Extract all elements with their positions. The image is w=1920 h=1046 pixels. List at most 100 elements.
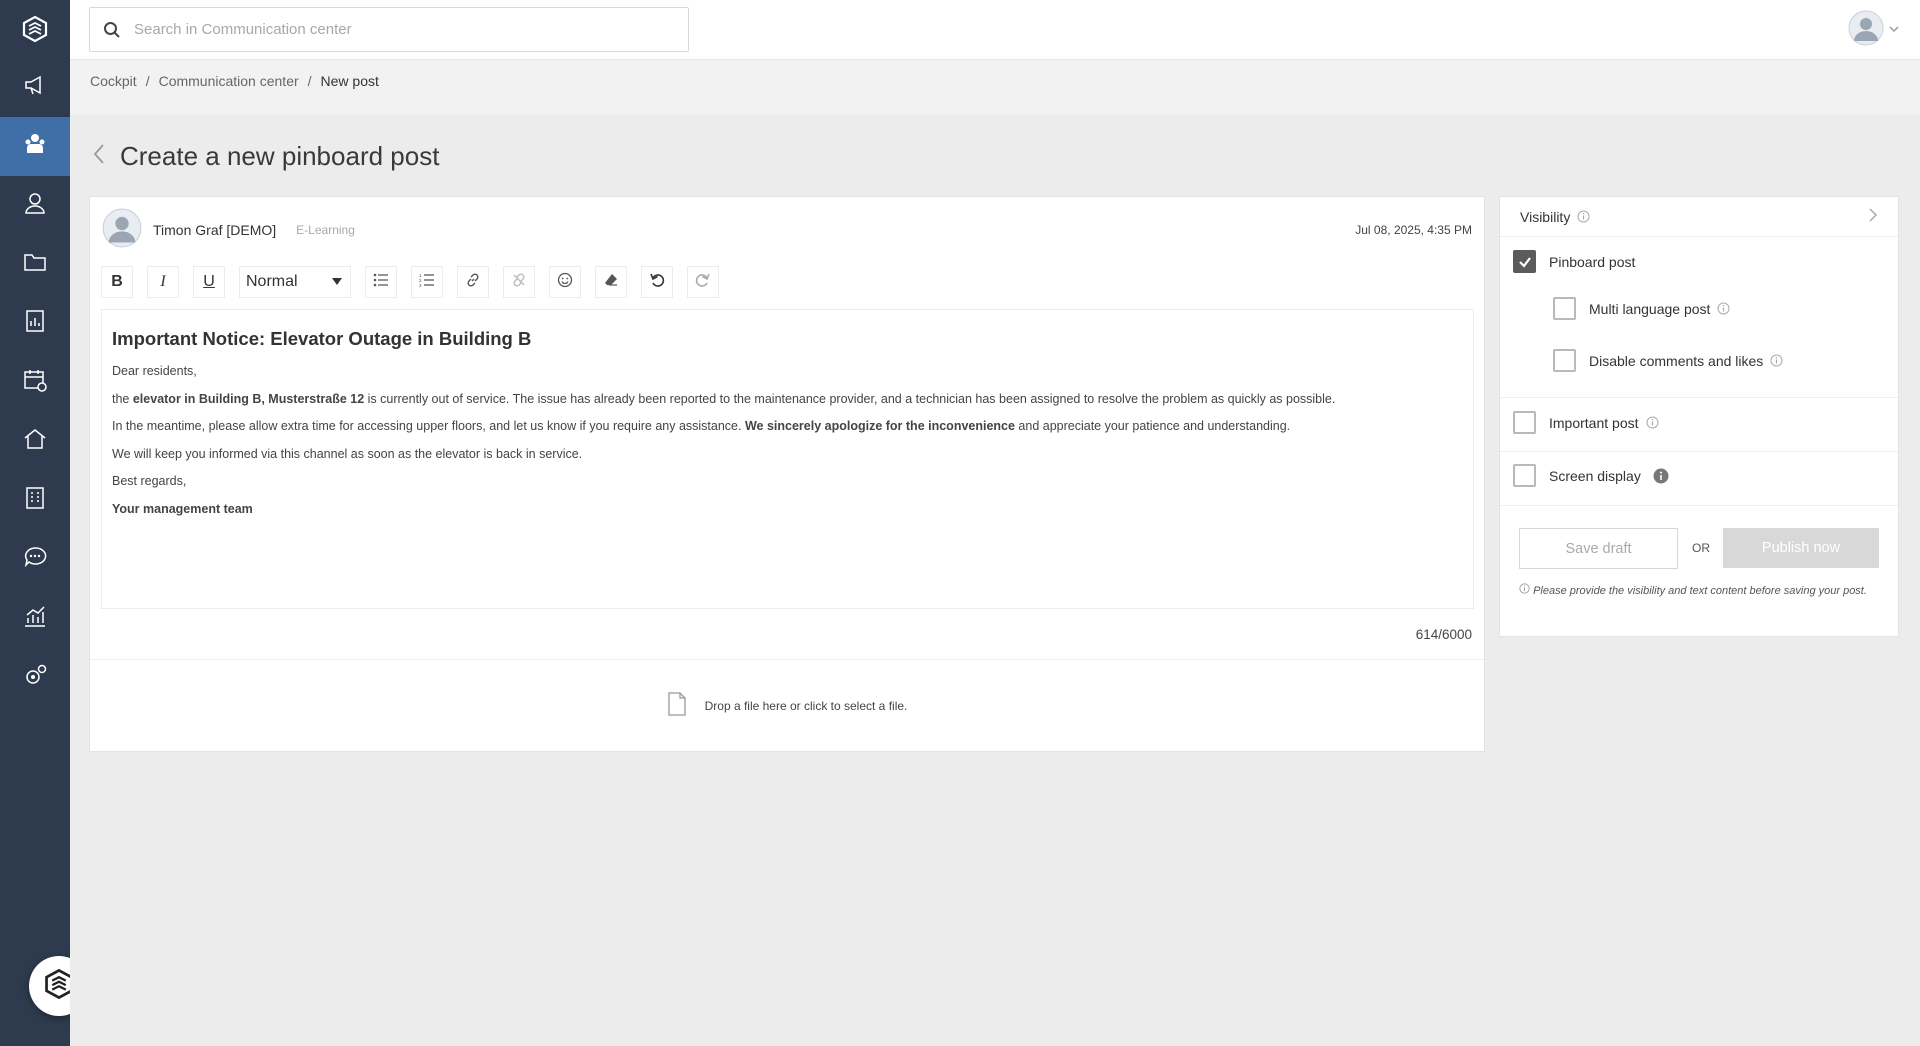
text-run: In the meantime, please allow extra time… [112, 419, 745, 433]
search-icon [90, 21, 134, 39]
caret-down-icon [332, 273, 342, 291]
undo-button[interactable] [641, 266, 673, 298]
post-paragraph-1: the elevator in Building B, Musterstraße… [112, 392, 1463, 406]
important-post-option[interactable]: Important post [1513, 411, 1659, 434]
author-name: Timon Graf [DEMO] [153, 222, 277, 238]
breadcrumb-current: New post [320, 73, 379, 89]
emoji-icon [557, 272, 573, 293]
underline-icon: U [203, 273, 215, 290]
save-draft-button[interactable]: Save draft [1519, 528, 1678, 569]
editor-toolbar: B I U Normal 123 [101, 265, 719, 299]
sidebar-item-buildings[interactable] [0, 471, 70, 530]
home-icon [22, 426, 48, 457]
text-format-select[interactable]: Normal [239, 266, 351, 298]
info-icon[interactable] [1646, 416, 1659, 429]
text-run: and appreciate your patience and underst… [1014, 419, 1291, 433]
important-post-label: Important post [1549, 414, 1639, 431]
sidebar-item-communication[interactable] [0, 58, 70, 117]
char-counter: 614/6000 [1415, 627, 1472, 642]
numbered-list-icon: 123 [419, 273, 435, 292]
chevron-right-icon[interactable] [1868, 207, 1878, 226]
redo-button[interactable] [687, 266, 719, 298]
sidebar-item-settings[interactable] [0, 648, 70, 707]
breadcrumb-cockpit[interactable]: Cockpit [90, 73, 137, 89]
numbered-list-button[interactable]: 123 [411, 266, 443, 298]
calendar-icon [22, 367, 48, 398]
topbar [70, 0, 1920, 60]
info-icon[interactable] [1653, 468, 1669, 484]
search-box[interactable] [89, 7, 689, 52]
italic-button[interactable]: I [147, 266, 179, 298]
avatar [1848, 10, 1884, 51]
text-run: the [112, 391, 133, 406]
page-title: Create a new pinboard post [120, 141, 440, 171]
disable-comments-label: Disable comments and likes [1589, 352, 1764, 369]
underline-button[interactable]: U [193, 266, 225, 298]
clear-format-button[interactable] [595, 266, 627, 298]
bullet-list-button[interactable] [365, 266, 397, 298]
sidebar-item-analytics[interactable] [0, 589, 70, 648]
disable-comments-option[interactable]: Disable comments and likes [1553, 349, 1783, 372]
screen-display-option[interactable]: Screen display [1513, 464, 1669, 487]
visibility-title: Visibility [1520, 208, 1571, 225]
user-menu[interactable] [1848, 10, 1900, 51]
link-button[interactable] [457, 266, 489, 298]
screen-display-checkbox[interactable] [1513, 464, 1536, 487]
bold-text: elevator in Building B, Musterstraße 12 [132, 391, 365, 406]
file-dropzone[interactable]: Drop a file here or click to select a fi… [90, 659, 1484, 751]
breadcrumb-separator: / [307, 73, 312, 89]
sidebar [0, 0, 89, 1046]
bold-button[interactable]: B [101, 266, 133, 298]
visibility-header[interactable]: Visibility [1500, 197, 1898, 237]
text-run: is currently out of service. The issue h… [364, 391, 1336, 406]
post-editor-card: Timon Graf [DEMO] E-Learning Jul 08, 202… [89, 196, 1485, 752]
bold-icon: B [111, 273, 123, 290]
multi-language-checkbox[interactable] [1553, 297, 1576, 320]
avatar [102, 208, 142, 253]
sidebar-item-contacts[interactable] [0, 176, 70, 235]
info-icon[interactable] [1717, 302, 1730, 315]
megaphone-icon [22, 72, 48, 103]
sidebar-item-properties[interactable] [0, 412, 70, 471]
pinboard-post-label: Pinboard post [1549, 253, 1636, 270]
screen-display-label: Screen display [1549, 467, 1641, 484]
sidebar-item-reports[interactable] [0, 294, 70, 353]
publish-now-button[interactable]: Publish now [1723, 528, 1879, 568]
link-icon [465, 272, 481, 293]
unlink-icon [511, 272, 527, 293]
logo-icon[interactable] [0, 0, 70, 58]
community-icon [22, 131, 48, 162]
unlink-button[interactable] [503, 266, 535, 298]
multi-language-option[interactable]: Multi language post [1553, 297, 1730, 320]
bullet-list-icon [373, 273, 389, 292]
bold-text: We sincerely apologize for the inconveni… [744, 419, 1015, 433]
author-role: E-Learning [296, 223, 355, 237]
important-post-checkbox[interactable] [1513, 411, 1536, 434]
sidebar-item-documents[interactable] [0, 235, 70, 294]
post-content-editor[interactable]: Important Notice: Elevator Outage in Bui… [101, 309, 1474, 609]
post-greeting: Dear residents, [112, 364, 197, 378]
disable-comments-checkbox[interactable] [1553, 349, 1576, 372]
search-input[interactable] [134, 21, 674, 38]
emoji-button[interactable] [549, 266, 581, 298]
or-label: OR [1692, 541, 1710, 555]
sidebar-item-messages[interactable] [0, 530, 70, 589]
building-icon [22, 485, 48, 516]
multi-language-label: Multi language post [1589, 300, 1711, 317]
post-closing: Best regards, [112, 474, 187, 488]
pinboard-post-checkbox[interactable] [1513, 250, 1536, 273]
divider [1500, 397, 1898, 398]
breadcrumb-communication-center[interactable]: Communication center [159, 73, 299, 89]
post-paragraph-3: We will keep you informed via this chann… [112, 446, 583, 461]
signature-text: Your management team [112, 501, 253, 516]
info-icon[interactable] [1577, 210, 1590, 223]
pinboard-post-option[interactable]: Pinboard post [1513, 250, 1635, 273]
sidebar-item-calendar[interactable] [0, 353, 70, 412]
post-date: Jul 08, 2025, 4:35 PM [1355, 223, 1472, 237]
info-icon[interactable] [1770, 354, 1783, 367]
divider [1500, 451, 1898, 452]
file-icon [667, 692, 687, 719]
post-heading: Important Notice: Elevator Outage in Bui… [112, 328, 532, 349]
sidebar-item-community[interactable] [0, 117, 70, 176]
back-arrow-icon[interactable] [92, 143, 106, 170]
